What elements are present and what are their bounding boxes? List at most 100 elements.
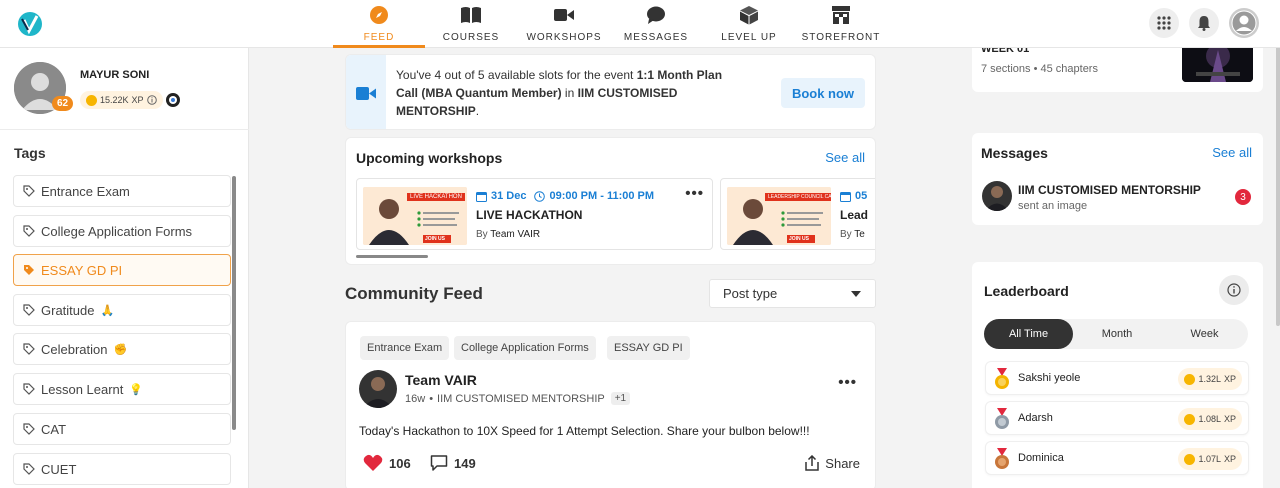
- more-options-icon[interactable]: •••: [838, 374, 857, 391]
- nav-messages-label: MESSAGES: [623, 32, 689, 43]
- coin-icon: [1184, 373, 1196, 385]
- tag-icon: [23, 463, 35, 475]
- nav-level-up-label: LEVEL UP: [721, 32, 777, 43]
- workshop-date: 05: [855, 190, 868, 202]
- tag-lesson-learnt[interactable]: Lesson Learnt 💡: [13, 373, 231, 405]
- info-icon[interactable]: [146, 95, 157, 105]
- workshop-date: 31 Dec: [491, 190, 527, 202]
- storefront-icon: [831, 4, 851, 26]
- post-tag-chip[interactable]: ESSAY GD PI: [607, 336, 690, 360]
- leader-xp: 1.08L XP: [1178, 408, 1242, 430]
- tag-cat[interactable]: CAT: [13, 413, 231, 445]
- tag-icon: [23, 304, 35, 316]
- tag-label: ESSAY GD PI: [41, 262, 123, 278]
- tag-celebration[interactable]: Celebration ✊: [13, 333, 231, 365]
- community-feed-title: Community Feed: [345, 284, 483, 303]
- nav-feed[interactable]: FEED: [333, 0, 425, 48]
- nav-courses-label: COURSES: [442, 32, 500, 43]
- slot-banner-text: You've 4 out of 5 available slots for th…: [396, 66, 746, 120]
- tag-icon: [23, 185, 35, 197]
- page-scrollbar[interactable]: [1276, 36, 1280, 326]
- workshops-scrollbar[interactable]: [356, 255, 428, 258]
- tags-title: Tags: [14, 145, 46, 161]
- workshop-host: Te: [854, 229, 865, 240]
- nav-workshops[interactable]: WORKSHOPS: [522, 0, 606, 48]
- tag-label: Lesson Learnt: [41, 381, 124, 397]
- top-navigation: FEED COURSES WORKSHOPS MESSAGES LEVEL UP…: [0, 0, 1280, 48]
- workshop-title: Lead: [840, 208, 869, 222]
- share-button[interactable]: Share: [805, 455, 860, 471]
- sidebar-scrollbar[interactable]: [232, 176, 236, 430]
- tab-all-time[interactable]: All Time: [984, 319, 1073, 349]
- post-type-label: Post type: [723, 286, 778, 301]
- nav-level-up[interactable]: LEVEL UP: [708, 0, 790, 48]
- like-button[interactable]: 106: [363, 454, 411, 472]
- post-type-dropdown[interactable]: Post type: [709, 279, 876, 308]
- tag-label: Gratitude: [41, 302, 95, 318]
- workshop-schedule: 31 Dec 09:00 PM - 11:00 PM: [476, 190, 654, 202]
- post-tag-chip[interactable]: Entrance Exam: [360, 336, 450, 360]
- slot-text-mid: in: [561, 86, 578, 100]
- bronze-medal-icon: [993, 448, 1011, 470]
- nav-messages[interactable]: MESSAGES: [614, 0, 698, 48]
- tag-essay-gd-pi[interactable]: ESSAY GD PI: [13, 254, 231, 286]
- tab-month[interactable]: Month: [1073, 319, 1161, 349]
- apps-grid-icon[interactable]: [1149, 8, 1179, 38]
- tag-gratitude[interactable]: Gratitude 🙏: [13, 294, 231, 326]
- top-right-actions: [1149, 8, 1259, 38]
- book-icon: [460, 4, 482, 26]
- workshops-see-all-link[interactable]: See all: [825, 150, 865, 165]
- workshop-thumbnail: LEADERSHIP COUNCIL CALL JOIN US: [727, 187, 831, 245]
- message-sender[interactable]: IIM CUSTOMISED MENTORSHIP: [1018, 183, 1201, 197]
- workshops-card: Upcoming workshops See all LIVE HACKATHO…: [345, 137, 876, 265]
- author-avatar[interactable]: [359, 370, 397, 408]
- rank-badge-icon[interactable]: [165, 92, 181, 108]
- app-logo-icon[interactable]: [12, 9, 48, 39]
- user-avatar-icon[interactable]: [1229, 8, 1259, 38]
- tag-icon: [23, 225, 35, 237]
- leaderboard-row[interactable]: Adarsh 1.08L XP: [985, 401, 1249, 435]
- book-now-button[interactable]: Book now: [781, 78, 865, 108]
- post-community[interactable]: IIM CUSTOMISED MENTORSHIP: [437, 393, 605, 405]
- extra-communities-badge[interactable]: +1: [610, 392, 631, 405]
- post-card: Entrance Exam College Application Forms …: [345, 321, 876, 488]
- tag-label: CAT: [41, 421, 67, 437]
- tag-label: Celebration: [41, 341, 108, 357]
- message-avatar[interactable]: [982, 181, 1012, 211]
- comment-button[interactable]: 149: [430, 454, 476, 472]
- workshop-card[interactable]: LIVE HACKATHON JOIN US 31 Dec 09:00 PM -…: [356, 178, 713, 250]
- author-name[interactable]: Team VAIR: [405, 372, 477, 388]
- leader-name: Dominica: [1018, 452, 1064, 464]
- unread-count-badge: 3: [1235, 189, 1251, 205]
- tag-college-application-forms[interactable]: College Application Forms: [13, 215, 231, 247]
- workshop-schedule: 05: [840, 190, 867, 202]
- bell-icon[interactable]: [1189, 8, 1219, 38]
- profile-name: MAYUR SONI: [80, 69, 150, 81]
- nav-workshops-label: WORKSHOPS: [526, 32, 602, 43]
- thumbnail-cta: JOIN US: [789, 236, 810, 242]
- thumbnail-banner: LEADERSHIP COUNCIL CALL: [765, 193, 831, 201]
- slot-text-pre: You've 4 out of 5 available slots for th…: [396, 68, 637, 82]
- leaderboard-row[interactable]: Dominica 1.07L XP: [985, 441, 1249, 475]
- messages-see-all-link[interactable]: See all: [1212, 145, 1252, 160]
- gold-medal-icon: [993, 368, 1011, 390]
- workshop-title: LIVE HACKATHON: [476, 208, 583, 222]
- nav-storefront[interactable]: STOREFRONT: [800, 0, 882, 48]
- level-badge: 62: [52, 96, 74, 111]
- tab-week[interactable]: Week: [1161, 319, 1248, 349]
- thumbnail-cta: JOIN US: [425, 236, 446, 242]
- tag-label: CUET: [41, 461, 77, 477]
- workshop-card[interactable]: LEADERSHIP COUNCIL CALL JOIN US 05 Lead …: [720, 178, 875, 250]
- info-icon[interactable]: [1219, 275, 1249, 305]
- meta-separator: •: [429, 392, 434, 405]
- messages-title: Messages: [981, 145, 1048, 161]
- post-tag-chip[interactable]: College Application Forms: [454, 336, 596, 360]
- leader-xp-value: 1.08L: [1198, 414, 1221, 424]
- nav-courses[interactable]: COURSES: [428, 0, 514, 48]
- tag-icon: [23, 383, 35, 395]
- slot-text-post: .: [475, 104, 480, 118]
- more-options-icon[interactable]: •••: [685, 185, 704, 202]
- leaderboard-row[interactable]: Sakshi yeole 1.32L XP: [985, 361, 1249, 395]
- tag-entrance-exam[interactable]: Entrance Exam: [13, 175, 231, 207]
- tag-cuet[interactable]: CUET: [13, 453, 231, 485]
